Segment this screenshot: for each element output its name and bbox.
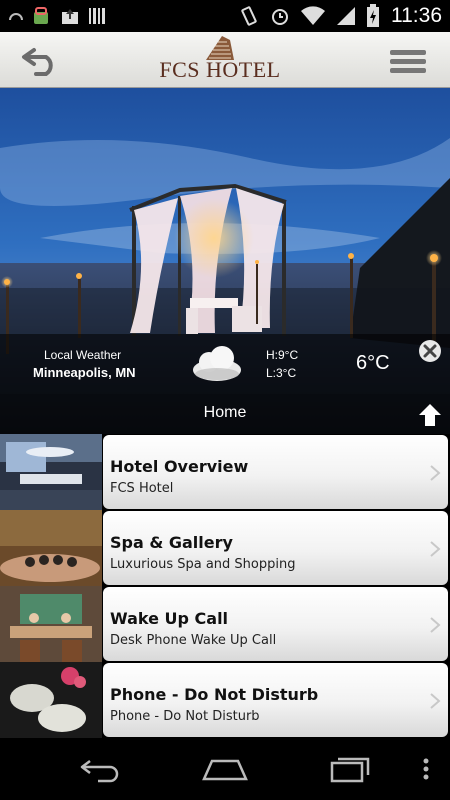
spa-gallery-thumbnail	[0, 510, 102, 586]
chevron-right-icon	[430, 693, 441, 709]
list-item-spa-gallery[interactable]: Spa & Gallery Luxurious Spa and Shopping	[0, 510, 450, 586]
list-item-hotel-overview[interactable]: Hotel Overview FCS Hotel	[0, 434, 450, 510]
hotel-overview-thumbnail	[0, 434, 102, 510]
close-icon	[419, 340, 441, 362]
do-not-disturb-thumbnail	[0, 662, 102, 738]
hotel-logo: FCS HOTEL	[150, 36, 290, 86]
app-header: FCS HOTEL	[0, 32, 450, 88]
weather-low: L:3°C	[266, 366, 297, 380]
back-arrow-icon	[22, 48, 53, 76]
up-arrow-icon	[419, 404, 441, 426]
spa-gallery-title: Spa & Gallery	[110, 533, 233, 552]
nav-back-icon[interactable]	[78, 753, 122, 785]
spa-gallery-subtitle: Luxurious Spa and Shopping	[110, 557, 296, 572]
weather-temp: 6°C	[356, 352, 390, 374]
chevron-right-icon	[430, 617, 441, 633]
vibrate-icon	[241, 6, 257, 26]
chevron-right-icon	[430, 541, 441, 557]
spa-gallery-card[interactable]: Spa & Gallery Luxurious Spa and Shopping	[103, 511, 448, 585]
menu-button[interactable]	[388, 46, 428, 76]
notification-icon	[9, 13, 23, 21]
do-not-disturb-subtitle: Phone - Do Not Disturb	[110, 709, 260, 724]
hotel-overview-card[interactable]: Hotel Overview FCS Hotel	[103, 435, 448, 509]
do-not-disturb-card[interactable]: Phone - Do Not Disturb Phone - Do Not Di…	[103, 663, 448, 737]
weather-city: Minneapolis, MN	[33, 365, 136, 380]
barcode-icon	[89, 8, 105, 24]
logo-text: FCS HOTEL	[159, 57, 281, 82]
wifi-icon	[301, 6, 325, 25]
wake-up-call-subtitle: Desk Phone Wake Up Call	[110, 633, 277, 648]
list-item-do-not-disturb[interactable]: Phone - Do Not Disturb Phone - Do Not Di…	[0, 662, 450, 738]
wake-up-call-card[interactable]: Wake Up Call Desk Phone Wake Up Call	[103, 587, 448, 661]
weather-widget: Local Weather Minneapolis, MN H:9°C L:3°…	[0, 334, 450, 394]
overflow-menu-icon[interactable]	[420, 753, 432, 785]
signal-icon	[337, 7, 355, 25]
back-button[interactable]	[20, 42, 64, 78]
cloud-icon	[193, 346, 241, 381]
system-nav-bar	[0, 739, 450, 800]
nav-home-icon[interactable]	[200, 753, 250, 785]
do-not-disturb-title: Phone - Do Not Disturb	[110, 685, 319, 704]
weather-high: H:9°C	[266, 348, 299, 362]
hamburger-menu-icon	[390, 50, 426, 73]
shopping-icon	[34, 7, 48, 24]
nav-recents-icon[interactable]	[328, 753, 374, 785]
scroll-up-button[interactable]	[417, 402, 443, 428]
battery-icon	[367, 4, 379, 27]
hero-banner: Local Weather Minneapolis, MN H:9°C L:3°…	[0, 88, 450, 434]
home-title: Home	[203, 404, 247, 421]
list-item-wake-up-call[interactable]: Wake Up Call Desk Phone Wake Up Call	[0, 586, 450, 662]
home-bar: Home	[0, 394, 450, 434]
upload-icon	[62, 9, 78, 24]
hotel-overview-title: Hotel Overview	[110, 457, 249, 476]
weather-close-button[interactable]	[418, 339, 442, 363]
status-bar: 11:36	[0, 0, 450, 32]
weather-label: Local Weather	[44, 348, 122, 362]
wake-up-call-title: Wake Up Call	[110, 609, 229, 628]
chevron-right-icon	[430, 465, 441, 481]
status-clock: 11:36	[391, 4, 442, 27]
hotel-overview-subtitle: FCS Hotel	[110, 481, 174, 496]
alarm-icon	[272, 9, 288, 25]
menu-list: Hotel Overview FCS Hotel Spa & Gallery L…	[0, 434, 450, 739]
wake-up-call-thumbnail	[0, 586, 102, 662]
